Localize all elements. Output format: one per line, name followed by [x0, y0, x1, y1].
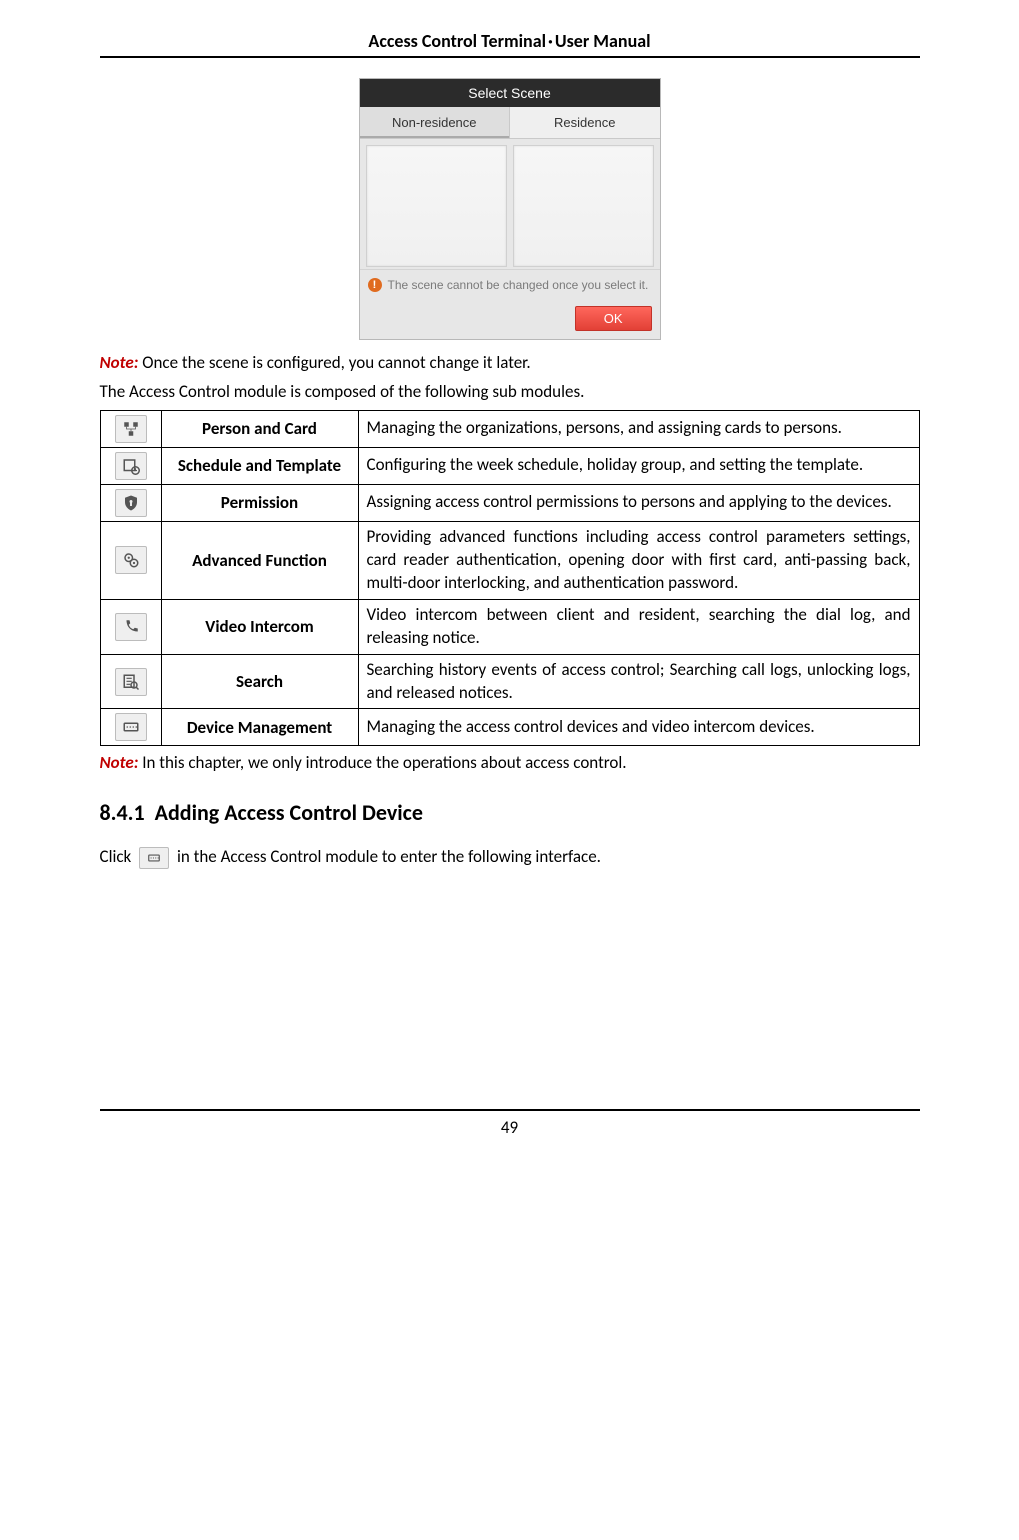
module-name: Permission [161, 484, 358, 521]
icon-cell [100, 654, 161, 709]
warning-icon: ! [368, 278, 382, 292]
dialog-warning-text: The scene cannot be changed once you sel… [388, 278, 649, 292]
module-name: Person and Card [161, 410, 358, 447]
header-right: User Manual [555, 30, 651, 52]
modules-table: Person and Card Managing the organizatio… [100, 410, 920, 747]
note-2-text: In this chapter, we only introduce the o… [138, 752, 626, 773]
page-number: 49 [100, 1109, 920, 1138]
icon-cell [100, 599, 161, 654]
scene-preview-non-residence [366, 145, 507, 267]
icon-cell [100, 709, 161, 746]
search-icon [115, 668, 147, 696]
click-pre: Click [100, 846, 136, 867]
icon-cell [100, 484, 161, 521]
table-row: Video Intercom Video intercom between cl… [100, 599, 919, 654]
dialog-title: Select Scene [360, 79, 660, 107]
module-desc: Searching history events of access contr… [358, 654, 919, 709]
module-name: Device Management [161, 709, 358, 746]
person-card-icon [115, 415, 147, 443]
header-left: Access Control Terminal [368, 30, 546, 52]
scene-preview-residence [513, 145, 654, 267]
table-row: Search Searching history events of acces… [100, 654, 919, 709]
section-title: Adding Access Control Device [155, 799, 423, 826]
dialog-tabs: Non-residence Residence [360, 107, 660, 139]
module-name: Schedule and Template [161, 447, 358, 484]
schedule-template-icon [115, 452, 147, 480]
icon-cell [100, 521, 161, 599]
select-scene-dialog: Select Scene Non-residence Residence ! T… [359, 78, 661, 340]
module-desc: Managing the access control devices and … [358, 709, 919, 746]
dialog-body [360, 139, 660, 269]
module-desc: Assigning access control permissions to … [358, 484, 919, 521]
click-post: in the Access Control module to enter th… [173, 846, 601, 867]
section-heading: 8.4.1 Adding Access Control Device [100, 799, 920, 826]
note-2: Note: In this chapter, we only introduce… [100, 752, 920, 775]
icon-cell [100, 410, 161, 447]
table-row: Schedule and Template Configuring the we… [100, 447, 919, 484]
click-instruction: Click in the Access Control module to en… [100, 846, 920, 869]
note-label: Note: [100, 352, 139, 373]
permission-icon [115, 489, 147, 517]
modules-intro: The Access Control module is composed of… [100, 381, 920, 404]
section-number: 8.4.1 [100, 799, 145, 826]
note-1: Note: Once the scene is configured, you … [100, 352, 920, 375]
select-scene-dialog-figure: Select Scene Non-residence Residence ! T… [100, 78, 920, 340]
note-1-text: Once the scene is configured, you cannot… [138, 352, 530, 373]
module-name: Search [161, 654, 358, 709]
ok-button[interactable]: OK [575, 306, 652, 331]
module-name: Advanced Function [161, 521, 358, 599]
device-management-icon [115, 713, 147, 741]
module-desc: Configuring the week schedule, holiday g… [358, 447, 919, 484]
module-desc: Managing the organizations, persons, and… [358, 410, 919, 447]
table-row: Device Management Managing the access co… [100, 709, 919, 746]
table-row: Person and Card Managing the organizatio… [100, 410, 919, 447]
header-sep: · [548, 30, 553, 52]
page-header: Access Control Terminal·User Manual [100, 30, 920, 58]
dialog-warning: ! The scene cannot be changed once you s… [360, 269, 660, 300]
module-desc: Video intercom between client and reside… [358, 599, 919, 654]
table-row: Permission Assigning access control perm… [100, 484, 919, 521]
video-intercom-icon [115, 613, 147, 641]
device-management-inline-icon [139, 847, 169, 869]
module-desc: Providing advanced functions including a… [358, 521, 919, 599]
dialog-footer: OK [360, 300, 660, 339]
table-row: Advanced Function Providing advanced fun… [100, 521, 919, 599]
icon-cell [100, 447, 161, 484]
advanced-function-icon [115, 546, 147, 574]
tab-non-residence[interactable]: Non-residence [360, 107, 511, 139]
note-label: Note: [100, 752, 139, 773]
module-name: Video Intercom [161, 599, 358, 654]
tab-residence[interactable]: Residence [510, 107, 660, 139]
